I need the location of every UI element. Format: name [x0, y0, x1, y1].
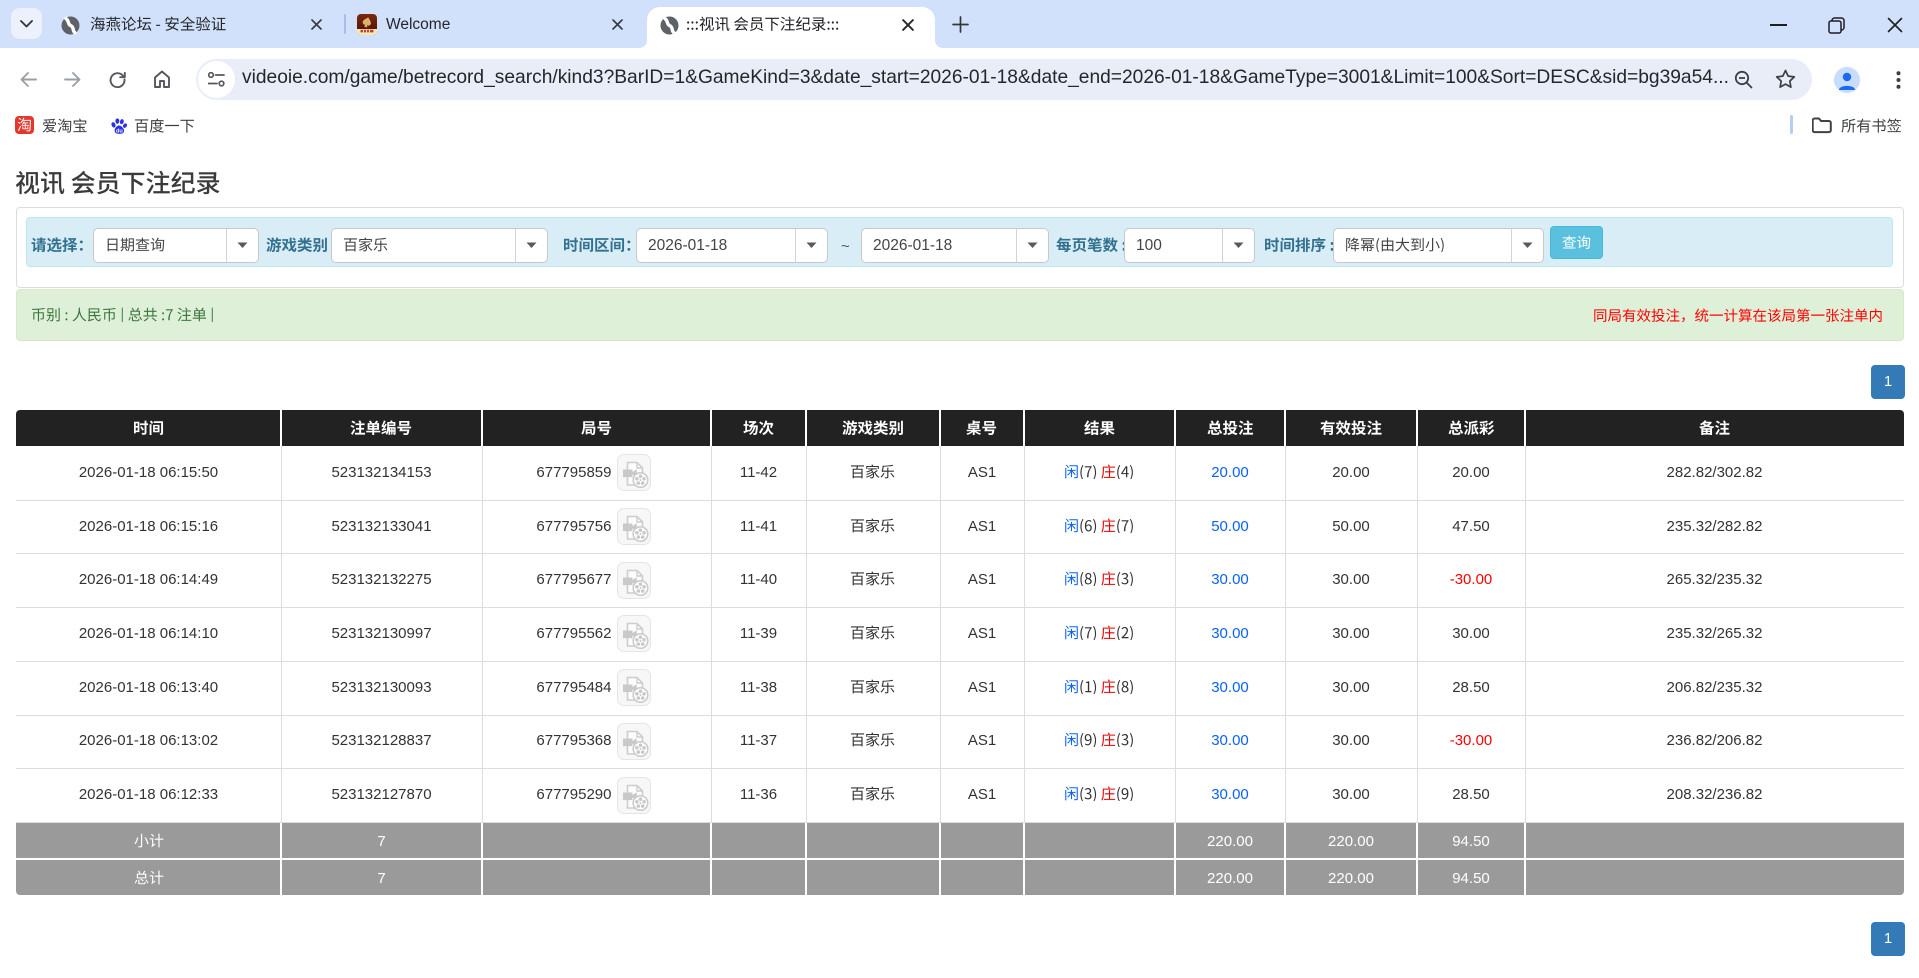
- svg-text:du: du: [116, 128, 123, 134]
